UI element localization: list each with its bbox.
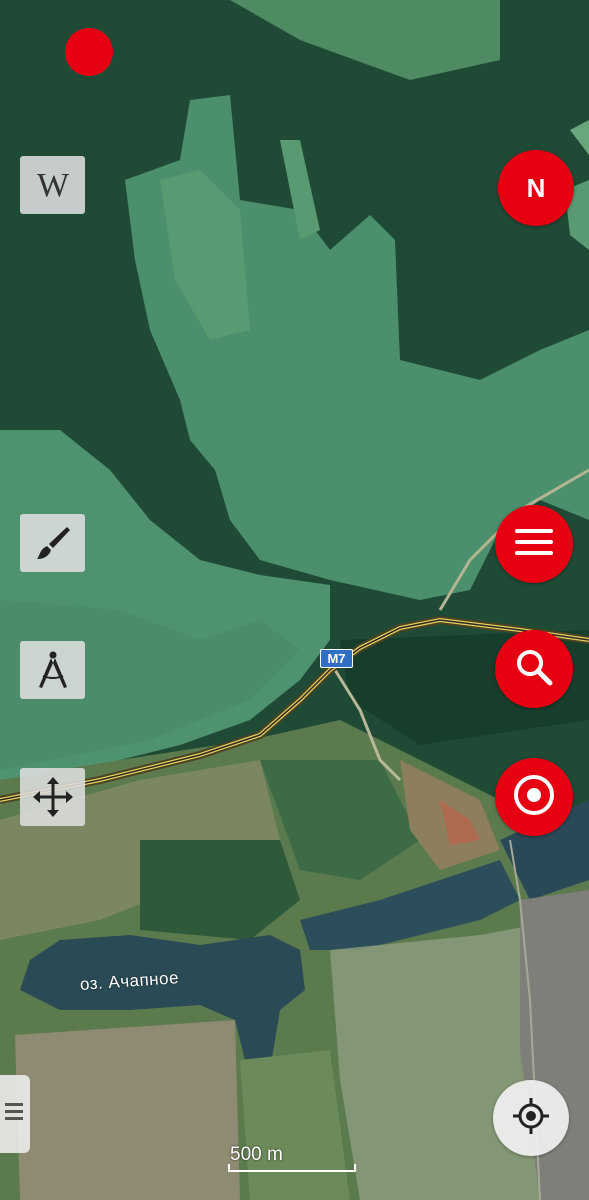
- measure-button[interactable]: [20, 641, 85, 699]
- target-button[interactable]: [495, 758, 573, 836]
- drawer-handle[interactable]: [0, 1075, 30, 1153]
- scale-bar: 500 m: [228, 1140, 358, 1174]
- compass-label: N: [526, 172, 546, 203]
- menu-icon: [515, 527, 553, 562]
- wikipedia-button[interactable]: W: [20, 156, 85, 214]
- menu-button[interactable]: [495, 505, 573, 583]
- crosshair-icon: [511, 1096, 551, 1141]
- drawer-menu-icon: [5, 1101, 25, 1128]
- move-arrows-icon: [31, 775, 75, 819]
- north-compass-button[interactable]: N: [498, 150, 574, 226]
- road-label-m7: M7: [320, 649, 353, 668]
- scale-label: 500 m: [230, 1144, 283, 1165]
- target-icon: [512, 773, 556, 822]
- brush-icon: [33, 523, 73, 563]
- compass-tool-icon: [33, 649, 73, 691]
- location-marker-dot[interactable]: [65, 28, 113, 76]
- svg-text:W: W: [36, 167, 69, 204]
- search-icon: [514, 647, 554, 692]
- draw-button[interactable]: [20, 514, 85, 572]
- search-button[interactable]: [495, 630, 573, 708]
- move-button[interactable]: [20, 768, 85, 826]
- my-location-button[interactable]: [493, 1080, 569, 1156]
- wikipedia-icon: W: [28, 165, 78, 205]
- scale-bar-line: [228, 1164, 356, 1172]
